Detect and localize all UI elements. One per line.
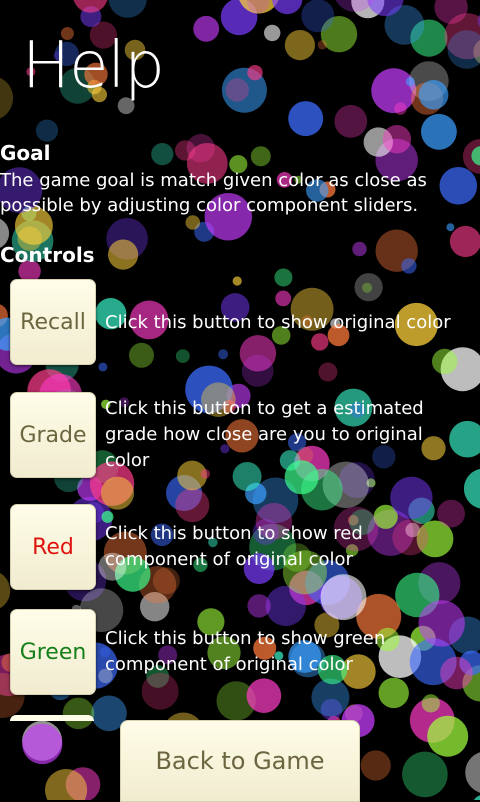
page-title: Help <box>22 26 164 106</box>
grade-button[interactable]: Grade <box>10 392 96 478</box>
red-description: Click this button to show red component … <box>105 521 470 573</box>
controls-heading: Controls <box>0 242 95 268</box>
grade-description: Click this button to get a estimated gra… <box>105 396 470 474</box>
back-to-game-button[interactable]: Back to Game <box>120 720 360 802</box>
recall-button[interactable]: Recall <box>10 279 96 365</box>
red-button[interactable]: Red <box>10 504 96 590</box>
partially-hidden-button[interactable] <box>10 715 94 721</box>
help-page: Help Goal The game goal is match given c… <box>0 0 480 800</box>
green-description: Click this button to show green componen… <box>105 626 470 678</box>
recall-description: Click this button to show original color <box>105 310 470 336</box>
goal-heading: Goal <box>0 140 51 166</box>
goal-text: The game goal is match given color as cl… <box>0 168 470 218</box>
green-button[interactable]: Green <box>10 609 96 695</box>
